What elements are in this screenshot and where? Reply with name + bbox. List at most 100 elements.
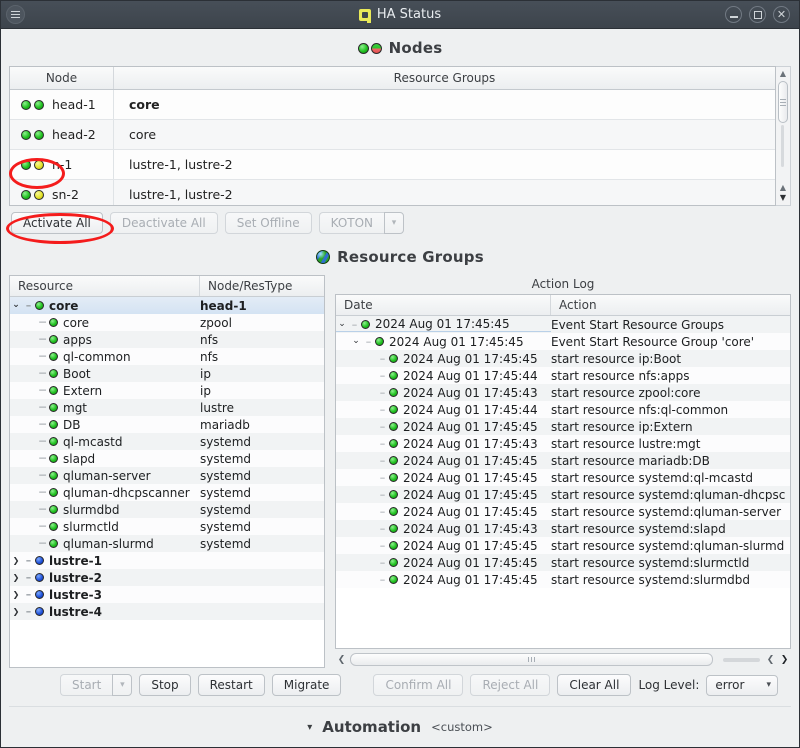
migrate-button[interactable]: Migrate [271,674,342,696]
stop-button[interactable]: Stop [139,674,191,696]
resource-label: ql-mcastd [63,434,123,449]
resource-tree-row[interactable]: ─ slapd systemd [10,450,324,467]
twisty-expanded-icon[interactable]: ⌄ [336,319,348,329]
resource-tree-row[interactable]: ─ slurmdbd systemd [10,501,324,518]
node-name: n-1 [52,157,73,172]
resource-tree-row[interactable]: ─ ql-common nfs [10,348,324,365]
resource-tree-body: ⌄ – core head-1 ─ core zpool ─ apps nfs ─ ql-common… [10,297,324,667]
scroll-down-small-icon[interactable]: ▲ [780,183,786,193]
resource-label: lustre-1 [49,553,102,568]
nodes-button-row: Activate All Deactivate All Set Offline … [9,206,791,238]
tree-branch-icon: – [379,369,386,382]
action-log-row[interactable]: – 2024 Aug 01 17:45:45 start resource mari… [336,452,790,469]
resource-label: slurmctld [63,519,119,534]
column-header-node[interactable]: Node [10,67,114,89]
minimize-button[interactable] [725,6,742,23]
action-log-row[interactable]: – 2024 Aug 01 17:45:44 start resource nfs:… [336,401,790,418]
resource-tree-row[interactable]: ─ qluman-slurmd systemd [10,535,324,552]
twisty-expanded-icon[interactable]: ⌄ [350,337,362,346]
log-date-cell: – 2024 Aug 01 17:45:43 [336,386,551,400]
action-log-row[interactable]: ⌄ – 2024 Aug 01 17:45:45 Event Start Resour… [336,333,790,350]
column-header-node-restype[interactable]: Node/ResType [200,276,324,296]
action-log-row[interactable]: – 2024 Aug 01 17:45:45 start resource ip:E… [336,418,790,435]
table-row[interactable]: n-1 lustre-1, lustre-2 [10,150,775,180]
action-log-row[interactable]: – 2024 Aug 01 17:45:43 start resource zpoo… [336,384,790,401]
table-row[interactable]: sn-2 lustre-1, lustre-2 [10,180,775,205]
column-header-resource-groups[interactable]: Resource Groups [114,67,775,89]
action-log-row[interactable]: – 2024 Aug 01 17:45:45 start resource syst… [336,469,790,486]
hamburger-menu-icon[interactable] [6,5,25,24]
scroll-right-icon[interactable]: ❯ [779,655,790,665]
action-log-row[interactable]: – 2024 Aug 01 17:45:45 start resource syst… [336,486,790,503]
maximize-button[interactable] [749,6,766,23]
resource-tree-row[interactable]: ❯ – lustre-1 [10,552,324,569]
scrollbar-track[interactable] [776,79,790,183]
resource-tree-row[interactable]: ❯ – lustre-3 [10,586,324,603]
close-button[interactable]: ✕ [773,6,790,23]
node-led-a-icon [21,99,31,110]
twisty-collapsed-icon[interactable]: ❯ [10,556,22,565]
scrollbar-thumb[interactable] [778,81,788,123]
clear-all-button[interactable]: Clear All [557,674,632,696]
log-action-cell: start resource lustre:mgt [551,436,701,451]
scroll-down-icon[interactable]: ▼ [780,193,786,203]
resource-tree-row[interactable]: ─ qluman-dhcpscanner systemd [10,484,324,501]
resource-type-cell: zpool [200,315,232,330]
resource-name-cell: ─ DB [10,418,200,432]
chevron-down-icon[interactable]: ▾ [384,212,405,234]
resource-type-cell: lustre [200,400,234,415]
nodes-vertical-scrollbar[interactable]: ▲ ▲ ▼ [776,66,791,206]
resource-tree-row[interactable]: ─ mgt lustre [10,399,324,416]
activate-all-button[interactable]: Activate All [11,212,103,234]
twisty-expanded-icon[interactable]: ⌄ [10,301,22,310]
action-log-row[interactable]: – 2024 Aug 01 17:45:43 start resource lust… [336,435,790,452]
tree-branch-icon: – [379,454,386,467]
hscrollbar-track[interactable] [350,653,762,666]
action-log-row[interactable]: – 2024 Aug 01 17:45:45 start resource syst… [336,571,790,588]
resource-tree-row[interactable]: ⌄ – core head-1 [10,297,324,314]
resource-tree-row[interactable]: ─ qluman-server systemd [10,467,324,484]
column-header-action[interactable]: Action [551,295,790,315]
hscrollbar-thumb[interactable] [350,653,713,666]
resource-tree-row[interactable]: ─ DB mariadb [10,416,324,433]
twisty-collapsed-icon[interactable]: ❯ [10,590,22,599]
log-level-select[interactable]: error ▾ [706,674,778,696]
action-log-row[interactable]: – 2024 Aug 01 17:45:45 start resource syst… [336,537,790,554]
resource-type-cell: systemd [200,519,251,534]
action-log-row[interactable]: ⌄ – 2024 Aug 01 17:45:45 Event Start Resour… [336,316,790,333]
tree-branch-icon: – [25,588,32,601]
tree-branch-icon: – [379,471,386,484]
action-log-horizontal-scrollbar[interactable]: ❮ ❮ ❯ [335,651,791,668]
resource-tree-row[interactable]: ❯ – lustre-4 [10,603,324,620]
resource-tree-row[interactable]: ─ ql-mcastd systemd [10,433,324,450]
table-row[interactable]: head-1 core [10,90,775,120]
restart-button[interactable]: Restart [197,674,265,696]
action-log-row[interactable]: – 2024 Aug 01 17:45:45 start resource ip:B… [336,350,790,367]
resource-tree-row[interactable]: ─ core zpool [10,314,324,331]
tree-branch-icon: ─ [39,452,46,465]
column-header-date[interactable]: Date [336,295,551,315]
automation-section[interactable]: ▾ Automation <custom> [9,707,791,747]
resource-tree-row[interactable]: ─ Extern ip [10,382,324,399]
chevron-down-icon[interactable]: ▾ [112,674,133,696]
action-log-row[interactable]: – 2024 Aug 01 17:45:44 start resource nfs:… [336,367,790,384]
action-log-row[interactable]: – 2024 Aug 01 17:45:45 start resource syst… [336,554,790,571]
resource-tree-row[interactable]: ─ Boot ip [10,365,324,382]
scroll-left-small-icon[interactable]: ❮ [765,655,776,665]
log-date-cell: – 2024 Aug 01 17:45:45 [336,539,551,553]
twisty-collapsed-icon[interactable]: ❯ [10,607,22,616]
scroll-left-icon[interactable]: ❮ [336,655,347,665]
action-log-row[interactable]: – 2024 Aug 01 17:45:45 start resource syst… [336,503,790,520]
tree-branch-icon: – [379,420,386,433]
window-controls: ✕ [725,6,799,23]
column-header-resource[interactable]: Resource [10,276,200,296]
chevron-down-icon[interactable]: ▾ [307,722,312,733]
resource-tree-row[interactable]: ─ apps nfs [10,331,324,348]
scroll-up-icon[interactable]: ▲ [780,69,786,79]
table-row[interactable]: head-2 core [10,120,775,150]
green-status-led-icon [49,539,58,548]
twisty-collapsed-icon[interactable]: ❯ [10,573,22,582]
resource-tree-row[interactable]: ─ slurmctld systemd [10,518,324,535]
resource-tree-row[interactable]: ❯ – lustre-2 [10,569,324,586]
action-log-row[interactable]: – 2024 Aug 01 17:45:43 start resource syst… [336,520,790,537]
